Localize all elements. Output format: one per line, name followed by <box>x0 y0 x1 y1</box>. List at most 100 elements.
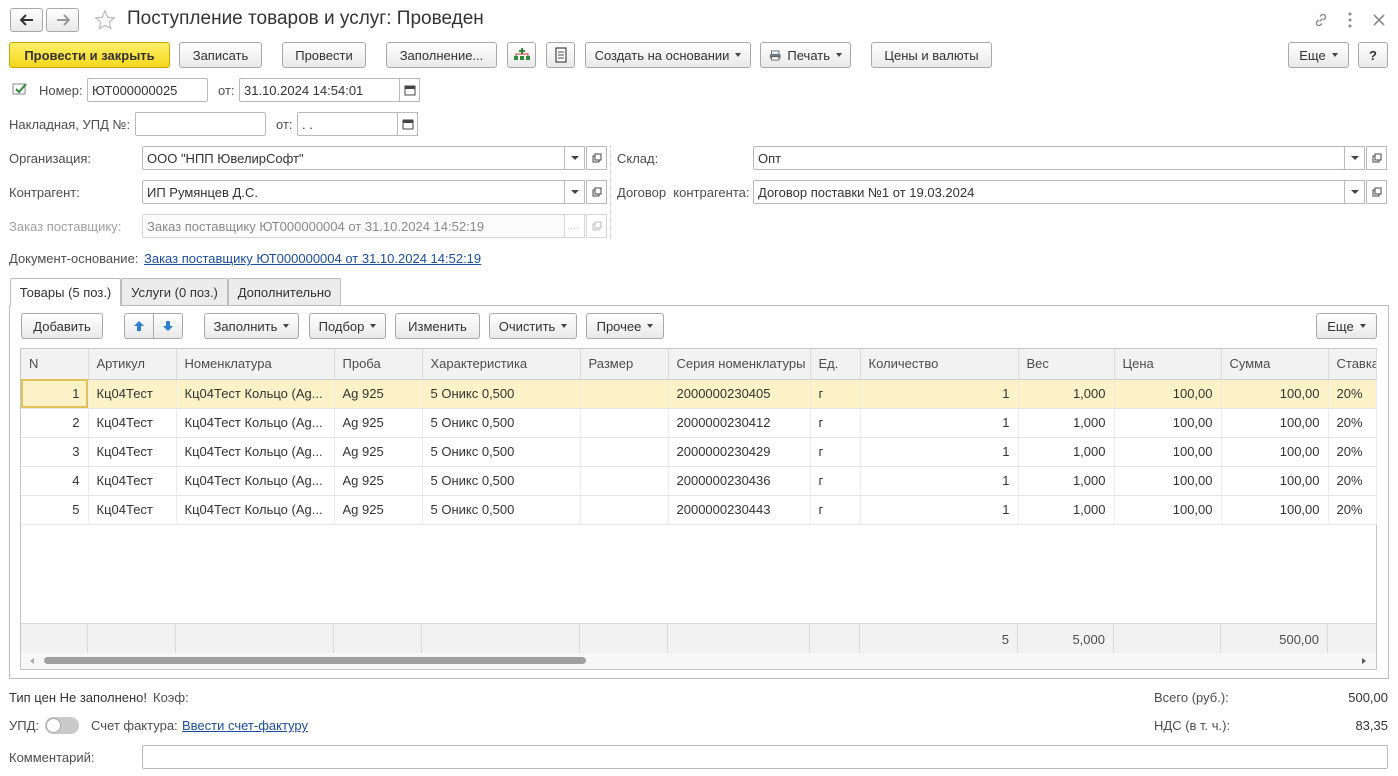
column-header[interactable]: Артикул <box>88 349 177 380</box>
cell[interactable]: 100,00 <box>1114 408 1222 438</box>
row-number-cell[interactable]: 5 <box>21 495 89 525</box>
cell[interactable]: 1 <box>860 466 1019 496</box>
cell[interactable]: 2000000230412 <box>668 408 811 438</box>
column-header[interactable]: Ставка <box>1328 349 1377 380</box>
cell[interactable] <box>580 437 669 467</box>
cell[interactable]: Ag 925 <box>334 466 423 496</box>
cell[interactable]: 1 <box>860 437 1019 467</box>
cell[interactable]: 1,000 <box>1018 408 1115 438</box>
cell[interactable]: 100,00 <box>1221 379 1329 409</box>
cell[interactable]: 1,000 <box>1018 437 1115 467</box>
column-header[interactable]: Проба <box>334 349 423 380</box>
clear-button[interactable]: Очистить <box>489 313 577 339</box>
column-header[interactable]: N <box>21 349 89 380</box>
column-header[interactable]: Номенклатура <box>176 349 335 380</box>
cell[interactable]: 1 <box>860 379 1019 409</box>
cell[interactable] <box>580 495 669 525</box>
cell[interactable]: 20% <box>1328 495 1377 525</box>
cell[interactable]: г <box>810 495 861 525</box>
cell[interactable]: 2000000230436 <box>668 466 811 496</box>
table-row[interactable]: 5 Кц04Тест Кц04Тест Кольцо (Ag... Ag 925… <box>21 495 1377 525</box>
organization-dropdown-button[interactable] <box>564 146 585 170</box>
cell[interactable]: 5 Оникс 0,500 <box>422 408 581 438</box>
add-green-button[interactable] <box>507 42 536 68</box>
edit-button[interactable]: Изменить <box>395 313 480 339</box>
tab-services[interactable]: Услуги (0 поз.) <box>121 278 228 305</box>
table-row[interactable]: 2 Кц04Тест Кц04Тест Кольцо (Ag... Ag 925… <box>21 408 1377 438</box>
row-number-cell[interactable]: 4 <box>21 466 89 496</box>
cell[interactable]: г <box>810 408 861 438</box>
table-row[interactable]: 4 Кц04Тест Кц04Тест Кольцо (Ag... Ag 925… <box>21 466 1377 496</box>
scroll-left-icon[interactable] <box>30 658 34 664</box>
cell[interactable]: Кц04Тест Кольцо (Ag... <box>176 379 335 409</box>
tab-additional[interactable]: Дополнительно <box>228 278 341 305</box>
enter-invoice-link[interactable]: Ввести счет-фактуру <box>182 718 308 733</box>
column-header[interactable]: Характеристика <box>422 349 581 380</box>
number-field[interactable]: ЮТ000000025 <box>87 78 208 102</box>
forward-button[interactable] <box>46 8 79 32</box>
cell[interactable]: 100,00 <box>1114 495 1222 525</box>
contract-field[interactable]: Договор поставки №1 от 19.03.2024 <box>753 180 1345 204</box>
cell[interactable]: Ag 925 <box>334 379 423 409</box>
more-menu-button[interactable] <box>1342 9 1358 31</box>
column-header[interactable]: Количество <box>860 349 1019 380</box>
cell[interactable]: Кц04Тест <box>88 495 177 525</box>
cell[interactable]: Кц04Тест <box>88 466 177 496</box>
comment-field[interactable] <box>142 745 1388 769</box>
cell[interactable]: 5 Оникс 0,500 <box>422 495 581 525</box>
save-button[interactable]: Записать <box>179 42 262 68</box>
back-button[interactable] <box>10 8 43 32</box>
cell[interactable]: 5 Оникс 0,500 <box>422 437 581 467</box>
contractor-dropdown-button[interactable] <box>564 180 585 204</box>
row-number-cell[interactable]: 2 <box>21 408 89 438</box>
warehouse-dropdown-button[interactable] <box>1344 146 1365 170</box>
date-field[interactable]: 31.10.2024 14:54:01 <box>239 78 400 102</box>
cell[interactable]: г <box>810 379 861 409</box>
upd-toggle[interactable] <box>45 717 79 734</box>
scroll-right-icon[interactable] <box>1362 658 1366 664</box>
cell[interactable]: г <box>810 437 861 467</box>
create-based-on-button[interactable]: Создать на основании <box>585 42 751 68</box>
cell[interactable]: 5 Оникс 0,500 <box>422 466 581 496</box>
cell[interactable]: Кц04Тест Кольцо (Ag... <box>176 437 335 467</box>
cell[interactable]: 20% <box>1328 379 1377 409</box>
horizontal-scrollbar[interactable] <box>21 653 1376 669</box>
column-header[interactable]: Размер <box>580 349 669 380</box>
cell[interactable]: Кц04Тест Кольцо (Ag... <box>176 495 335 525</box>
document-journal-button[interactable] <box>546 42 575 68</box>
organization-field[interactable]: ООО "НПП ЮвелирСофт" <box>142 146 565 170</box>
cell[interactable]: 5 Оникс 0,500 <box>422 379 581 409</box>
cell[interactable]: Кц04Тест Кольцо (Ag... <box>176 408 335 438</box>
cell[interactable]: 1 <box>860 495 1019 525</box>
cell[interactable] <box>580 466 669 496</box>
row-number-cell[interactable]: 1 <box>21 379 89 409</box>
other-button[interactable]: Прочее <box>586 313 664 339</box>
cell[interactable]: 1 <box>860 408 1019 438</box>
contract-open-button[interactable] <box>1366 180 1387 204</box>
print-button[interactable]: Печать <box>760 42 851 68</box>
fill-button[interactable]: Заполнение... <box>386 42 497 68</box>
cell[interactable]: 100,00 <box>1221 495 1329 525</box>
column-header[interactable]: Вес <box>1018 349 1115 380</box>
cell[interactable]: Ag 925 <box>334 408 423 438</box>
table-more-button[interactable]: Еще <box>1316 313 1377 339</box>
add-row-button[interactable]: Добавить <box>21 313 103 339</box>
contractor-field[interactable]: ИП Румянцев Д.С. <box>142 180 565 204</box>
cell[interactable]: 2000000230405 <box>668 379 811 409</box>
pick-button[interactable]: Подбор <box>309 313 386 339</box>
organization-open-button[interactable] <box>586 146 607 170</box>
cell[interactable]: 100,00 <box>1114 437 1222 467</box>
post-button[interactable]: Провести <box>282 42 366 68</box>
close-button[interactable] <box>1368 9 1390 31</box>
cell[interactable]: Кц04Тест Кольцо (Ag... <box>176 466 335 496</box>
cell[interactable]: 100,00 <box>1221 408 1329 438</box>
cell[interactable] <box>580 379 669 409</box>
move-up-button[interactable] <box>124 313 154 339</box>
cell[interactable] <box>580 408 669 438</box>
cell[interactable]: 20% <box>1328 437 1377 467</box>
contractor-open-button[interactable] <box>586 180 607 204</box>
post-and-close-button[interactable]: Провести и закрыть <box>9 42 170 68</box>
column-header[interactable]: Цена <box>1114 349 1222 380</box>
cell[interactable]: 100,00 <box>1221 466 1329 496</box>
move-down-button[interactable] <box>153 313 183 339</box>
